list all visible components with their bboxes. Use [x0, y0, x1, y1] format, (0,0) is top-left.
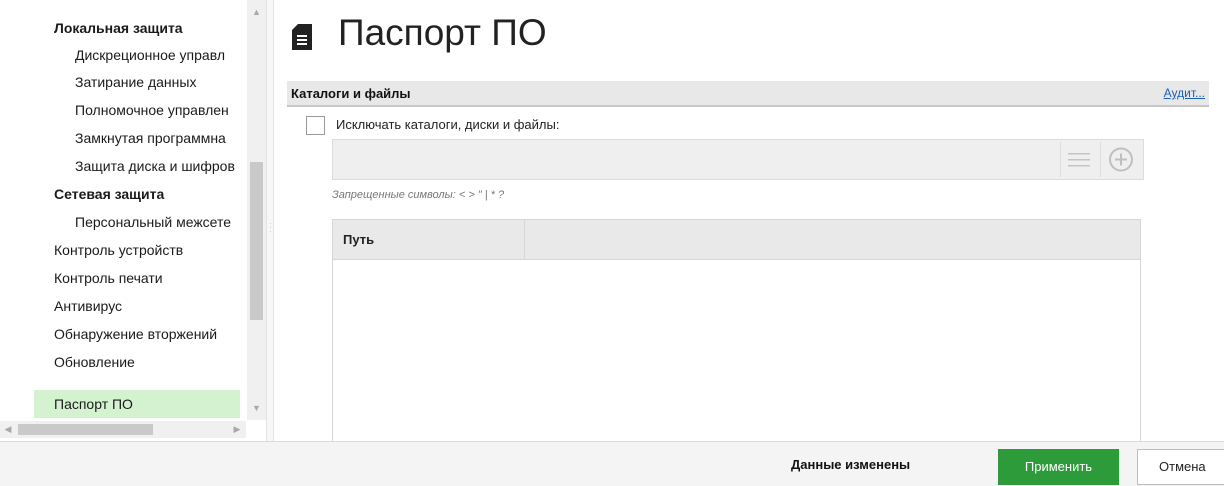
excluded-paths-table: Путь: [332, 219, 1141, 441]
table-header: Путь: [333, 220, 1140, 260]
nav-horizontal-scroll-thumb[interactable]: [18, 424, 153, 435]
exclude-checkbox-label[interactable]: Исключать каталоги, диски и файлы:: [336, 117, 559, 132]
nav-item-software-passport[interactable]: Паспорт ПО: [34, 390, 240, 418]
list-button[interactable]: [1060, 142, 1096, 177]
nav-vertical-scrollbar[interactable]: ▲ ▼: [247, 0, 266, 420]
nav-item-discretionary-control[interactable]: Дискреционное управл: [0, 41, 246, 69]
main-content: Паспорт ПО Каталоги и файлы Аудит... Иск…: [275, 0, 1224, 441]
scroll-up-icon[interactable]: ▲: [247, 2, 266, 22]
nav-item-closed-software-env[interactable]: Замкнутая программна: [0, 124, 246, 152]
scroll-down-icon[interactable]: ▼: [247, 398, 266, 418]
nav-item-local-protection[interactable]: Локальная защита: [0, 14, 246, 42]
navigation-panel: Локальная защита Дискреционное управл За…: [0, 0, 266, 441]
list-icon: [1068, 153, 1090, 167]
nav-item-network-protection[interactable]: Сетевая защита: [0, 180, 246, 208]
section-header: Каталоги и файлы Аудит...: [287, 81, 1209, 107]
footer-bar: Данные изменены Применить Отмена: [0, 441, 1224, 486]
page-title: Паспорт ПО: [338, 12, 547, 53]
forbidden-characters-note: Запрещенные символы: < > " | * ?: [332, 189, 505, 201]
nav-item-update[interactable]: Обновление: [0, 348, 246, 376]
section-title: Каталоги и файлы: [291, 86, 411, 101]
splitter-grip-icon: · · ·: [269, 219, 272, 236]
add-path-button[interactable]: [1100, 142, 1140, 177]
cancel-button[interactable]: Отмена: [1137, 449, 1224, 485]
nav-item-intrusion-detection[interactable]: Обнаружение вторжений: [0, 320, 246, 348]
exclude-path-input[interactable]: [332, 139, 1144, 180]
nav-item-mandatory-control[interactable]: Полномочное управлен: [0, 96, 246, 124]
document-icon: [292, 24, 312, 50]
nav-vertical-scroll-thumb[interactable]: [250, 162, 263, 320]
nav-item-personal-firewall[interactable]: Персональный межсете: [0, 208, 246, 236]
exclude-checkbox[interactable]: [306, 116, 325, 135]
add-circle-icon: [1109, 147, 1133, 172]
nav-item-disk-encryption[interactable]: Защита диска и шифров: [0, 152, 246, 180]
nav-item-print-control[interactable]: Контроль печати: [0, 264, 246, 292]
scroll-right-icon[interactable]: ▶: [229, 421, 245, 438]
status-text: Данные изменены: [791, 457, 911, 472]
audit-link[interactable]: Аудит...: [1164, 86, 1205, 100]
nav-item-device-control[interactable]: Контроль устройств: [0, 236, 246, 264]
nav-horizontal-scrollbar[interactable]: ◀ ▶: [0, 421, 246, 438]
apply-button[interactable]: Применить: [998, 449, 1119, 485]
scroll-left-icon[interactable]: ◀: [0, 421, 16, 438]
nav-item-data-wiping[interactable]: Затирание данных: [0, 68, 246, 96]
panel-splitter[interactable]: · · ·: [266, 0, 274, 441]
navigation-tree: Локальная защита Дискреционное управл За…: [0, 0, 246, 420]
column-header-path[interactable]: Путь: [333, 220, 525, 260]
nav-item-antivirus[interactable]: Антивирус: [0, 292, 246, 320]
